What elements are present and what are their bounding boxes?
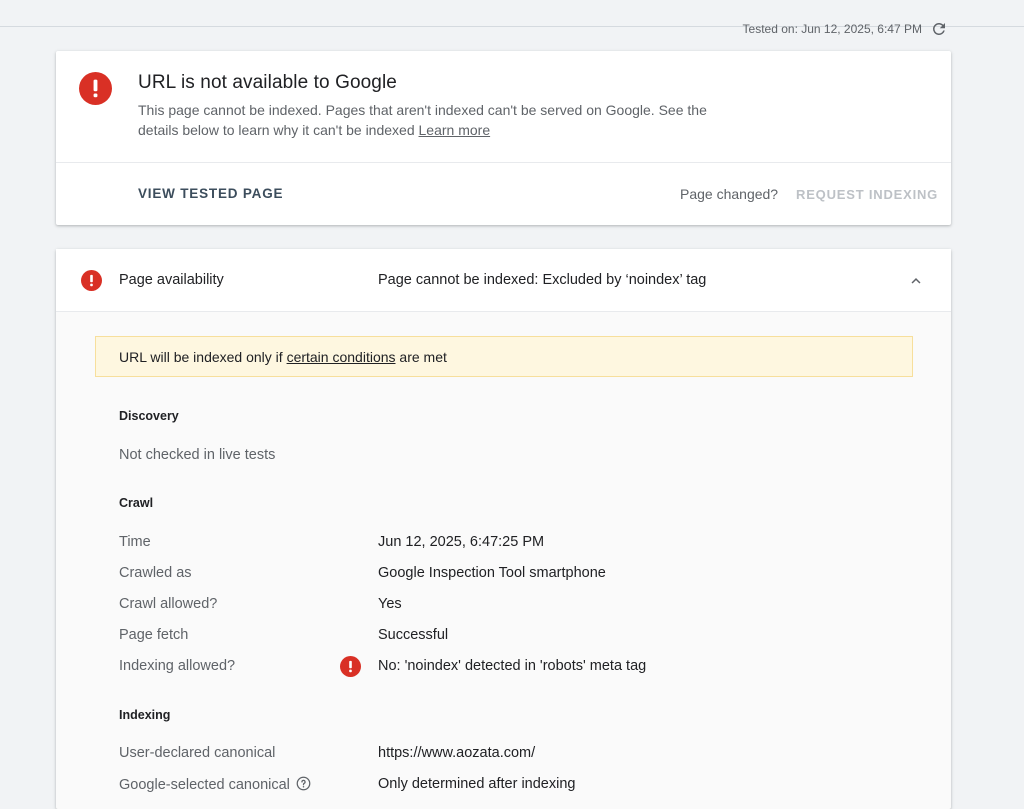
- indexing-allowed-label: Indexing allowed?: [119, 658, 236, 674]
- help-icon[interactable]: [296, 776, 311, 791]
- google-canonical-label-text: Google-selected canonical: [119, 777, 290, 793]
- request-indexing-button[interactable]: REQUEST INDEXING: [796, 187, 938, 202]
- view-tested-page-button[interactable]: VIEW TESTED PAGE: [138, 186, 283, 201]
- status-title: URL is not available to Google: [138, 72, 397, 93]
- crawl-heading: Crawl: [119, 496, 154, 510]
- card-divider: [56, 162, 951, 163]
- notice-prefix: URL will be indexed only if: [119, 349, 287, 365]
- chevron-up-icon[interactable]: [905, 272, 927, 290]
- availability-label: Page availability: [119, 272, 224, 288]
- user-canonical-label: User-declared canonical: [119, 745, 276, 761]
- crawl-allowed-label: Crawl allowed?: [119, 596, 218, 612]
- indexing-heading: Indexing: [119, 708, 171, 722]
- crawled-as-label: Crawled as: [119, 565, 192, 581]
- availability-error-icon: [81, 270, 102, 291]
- availability-card: [56, 249, 951, 809]
- indexing-allowed-error-icon: [340, 656, 361, 677]
- page-changed-label: Page changed?: [680, 186, 779, 202]
- refresh-icon[interactable]: [930, 20, 948, 38]
- indexing-allowed-value: No: 'noindex' detected in 'robots' meta …: [378, 658, 647, 674]
- tested-on-text: Tested on: Jun 12, 2025, 6:47 PM: [742, 22, 922, 36]
- availability-value: Page cannot be indexed: Excluded by ‘noi…: [378, 272, 707, 288]
- page-fetch-value: Successful: [378, 627, 449, 643]
- learn-more-link[interactable]: Learn more: [419, 122, 491, 138]
- crawled-as-value: Google Inspection Tool smartphone: [378, 565, 606, 581]
- google-canonical-value: Only determined after indexing: [378, 776, 576, 792]
- crawl-time-value: Jun 12, 2025, 6:47:25 PM: [378, 534, 545, 550]
- crawl-time-label: Time: [119, 534, 151, 550]
- google-canonical-label: Google-selected canonical: [119, 776, 311, 793]
- error-icon: [79, 72, 112, 105]
- conditions-notice: URL will be indexed only if certain cond…: [95, 336, 913, 377]
- tested-on: Tested on: Jun 12, 2025, 6:47 PM: [743, 20, 948, 38]
- certain-conditions-link[interactable]: certain conditions: [287, 349, 396, 365]
- status-description: This page cannot be indexed. Pages that …: [138, 100, 718, 140]
- discovery-note: Not checked in live tests: [119, 447, 276, 463]
- discovery-heading: Discovery: [119, 409, 179, 423]
- crawl-allowed-value: Yes: [378, 596, 402, 612]
- notice-suffix: are met: [395, 349, 447, 365]
- page-fetch-label: Page fetch: [119, 627, 189, 643]
- user-canonical-value: https://www.aozata.com/: [378, 745, 536, 761]
